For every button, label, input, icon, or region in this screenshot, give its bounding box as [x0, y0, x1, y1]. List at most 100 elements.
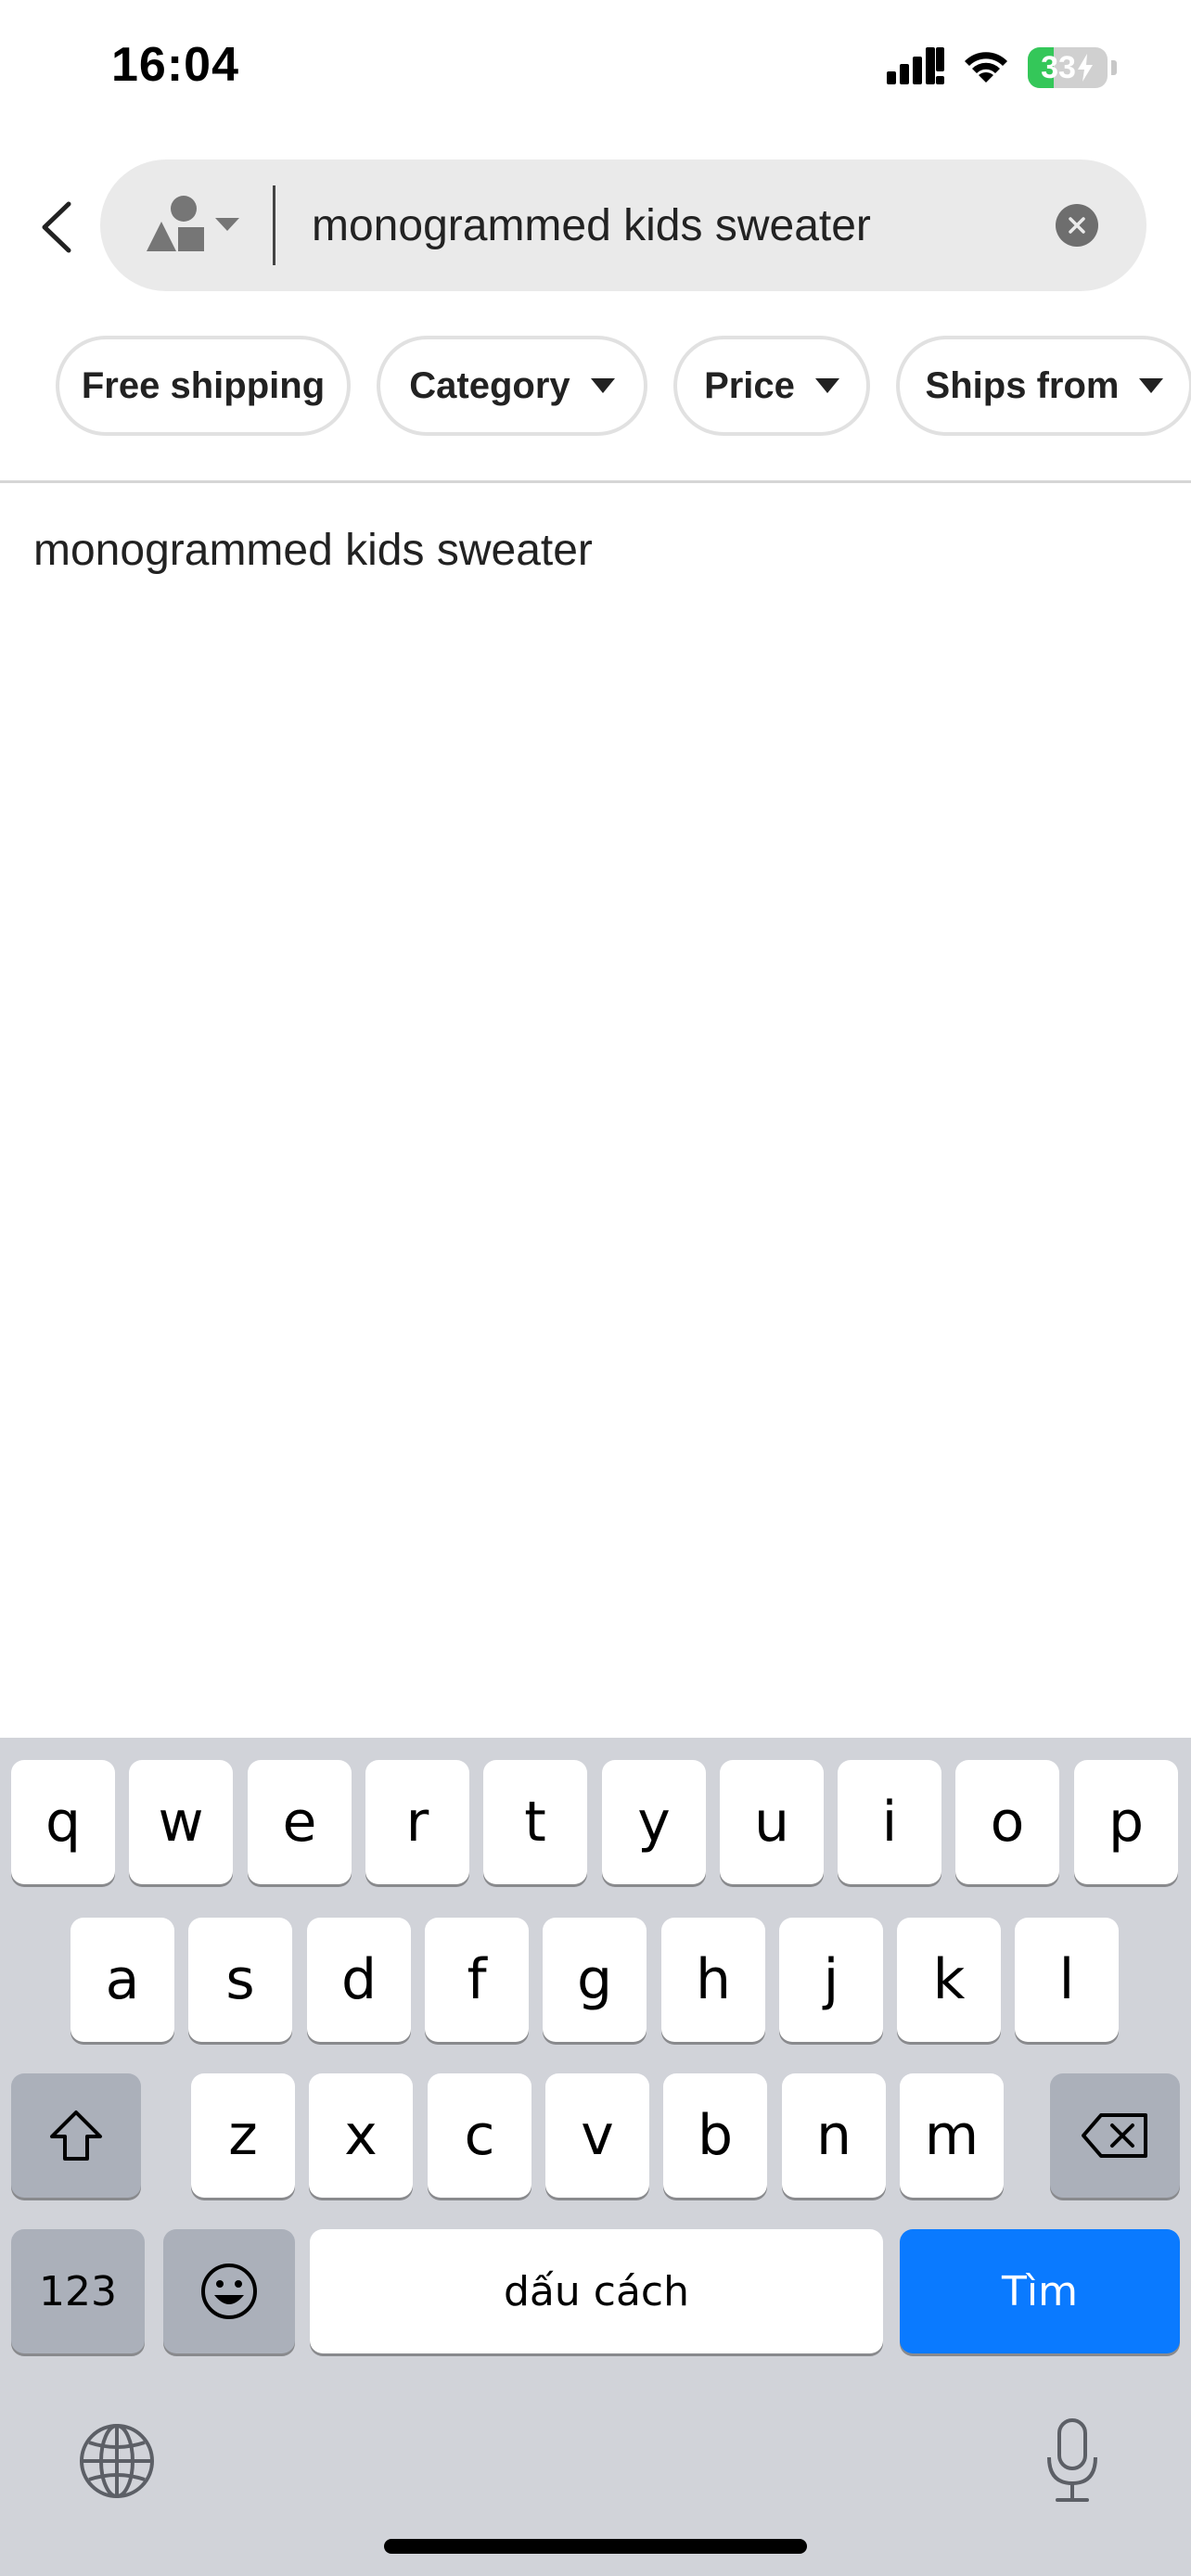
key-label: y [637, 1790, 671, 1855]
search-suggestion-item[interactable]: monogrammed kids sweater [33, 525, 593, 576]
key-f[interactable]: f [425, 1918, 529, 2042]
key-label: g [576, 1947, 613, 2012]
battery-tip [1111, 60, 1117, 75]
return-key-label: Tìm [1002, 2267, 1078, 2315]
key-label: i [881, 1790, 898, 1855]
key-t[interactable]: t [483, 1760, 587, 1884]
key-h[interactable]: h [661, 1918, 765, 2042]
caret-down-icon [814, 378, 839, 393]
search-input[interactable] [312, 178, 1017, 273]
key-l[interactable]: l [1015, 1918, 1119, 2042]
key-u[interactable]: u [720, 1760, 824, 1884]
microphone-icon [1047, 2418, 1097, 2502]
back-button[interactable] [28, 185, 83, 269]
shift-key[interactable] [11, 2073, 141, 2198]
key-label: w [158, 1790, 204, 1855]
emoji-icon [201, 2264, 257, 2319]
numbers-key-label: 123 [39, 2267, 117, 2315]
filter-chip-free-shipping[interactable]: Free shipping [56, 336, 351, 436]
key-label: a [105, 1947, 140, 2012]
key-x[interactable]: x [309, 2073, 413, 2198]
numbers-key[interactable]: 123 [11, 2229, 145, 2353]
category-picker-button[interactable] [147, 193, 258, 258]
filter-chip-label: Price [704, 364, 795, 406]
battery-charging-icon: 33 [1028, 47, 1108, 88]
key-p[interactable]: p [1074, 1760, 1178, 1884]
content-divider [0, 480, 1191, 483]
battery-level: 33 [1028, 47, 1108, 88]
key-k[interactable]: k [897, 1918, 1001, 2042]
chevron-down-icon [213, 214, 241, 237]
category-shapes-icon [147, 194, 208, 258]
filter-chip-label: Category [409, 364, 570, 406]
microphone-key[interactable] [1044, 2417, 1100, 2506]
key-label: h [695, 1947, 732, 2012]
key-label: p [1108, 1790, 1145, 1855]
emoji-key[interactable] [163, 2229, 295, 2353]
space-key-label: dấu cách [504, 2267, 689, 2315]
key-label: s [225, 1947, 255, 2012]
search-box [100, 159, 1146, 291]
key-g[interactable]: g [543, 1918, 647, 2042]
key-o[interactable]: o [955, 1760, 1059, 1884]
clear-icon [1069, 217, 1085, 234]
key-label: o [990, 1790, 1025, 1855]
key-v[interactable]: v [545, 2073, 649, 2198]
back-chevron-icon [42, 201, 71, 253]
wifi-icon [961, 47, 1011, 89]
key-label: k [932, 1947, 966, 2012]
key-s[interactable]: s [188, 1918, 292, 2042]
globe-key[interactable] [78, 2422, 156, 2500]
clear-search-button[interactable] [1056, 204, 1098, 247]
key-label: d [340, 1947, 378, 2012]
search-return-key[interactable]: Tìm [900, 2229, 1180, 2353]
key-label: u [753, 1790, 790, 1855]
key-e[interactable]: e [248, 1760, 352, 1884]
key-w[interactable]: w [129, 1760, 233, 1884]
search-divider [273, 185, 275, 265]
key-label: z [228, 2103, 258, 2168]
key-label: q [45, 1790, 82, 1855]
filter-chip-row: Free shipping Category Price Ships from [56, 336, 1191, 436]
key-label: c [464, 2103, 495, 2168]
home-indicator [384, 2539, 807, 2554]
filter-chip-price[interactable]: Price [673, 336, 870, 436]
key-label: r [405, 1790, 429, 1855]
cellular-signal-icon [887, 46, 944, 89]
filter-chip-ships-from[interactable]: Ships from [896, 336, 1191, 436]
filter-chip-label: Free shipping [81, 364, 326, 406]
key-z[interactable]: z [191, 2073, 295, 2198]
space-key[interactable]: dấu cách [310, 2229, 883, 2353]
key-label: j [823, 1947, 839, 2012]
key-label: l [1058, 1947, 1075, 2012]
filter-chip-label: Ships from [925, 364, 1120, 406]
key-label: f [467, 1947, 487, 2012]
key-label: x [344, 2103, 378, 2168]
caret-down-icon [1139, 378, 1164, 393]
key-q[interactable]: q [11, 1760, 115, 1884]
key-n[interactable]: n [782, 2073, 886, 2198]
status-bar: 16:04 33 [0, 0, 1191, 139]
key-i[interactable]: i [838, 1760, 941, 1884]
key-m[interactable]: m [900, 2073, 1004, 2198]
shift-icon [50, 2111, 102, 2161]
key-c[interactable]: c [428, 2073, 531, 2198]
caret-down-icon [590, 378, 615, 393]
key-b[interactable]: b [663, 2073, 767, 2198]
key-d[interactable]: d [307, 1918, 411, 2042]
keyboard: 123 dấu cách Tìm q w e r t y u i o p a s d f g h… [0, 1738, 1191, 2576]
status-time: 16:04 [111, 38, 239, 92]
key-label: m [924, 2103, 980, 2168]
key-label: n [815, 2103, 852, 2168]
key-label: t [524, 1790, 546, 1855]
key-a[interactable]: a [70, 1918, 174, 2042]
key-r[interactable]: r [365, 1760, 469, 1884]
filter-chip-category[interactable]: Category [377, 336, 647, 436]
key-label: v [581, 2103, 614, 2168]
backspace-key[interactable] [1050, 2073, 1180, 2198]
backspace-icon [1082, 2113, 1147, 2158]
globe-icon [80, 2424, 154, 2498]
key-y[interactable]: y [602, 1760, 706, 1884]
key-j[interactable]: j [779, 1918, 883, 2042]
key-label: e [282, 1790, 317, 1855]
